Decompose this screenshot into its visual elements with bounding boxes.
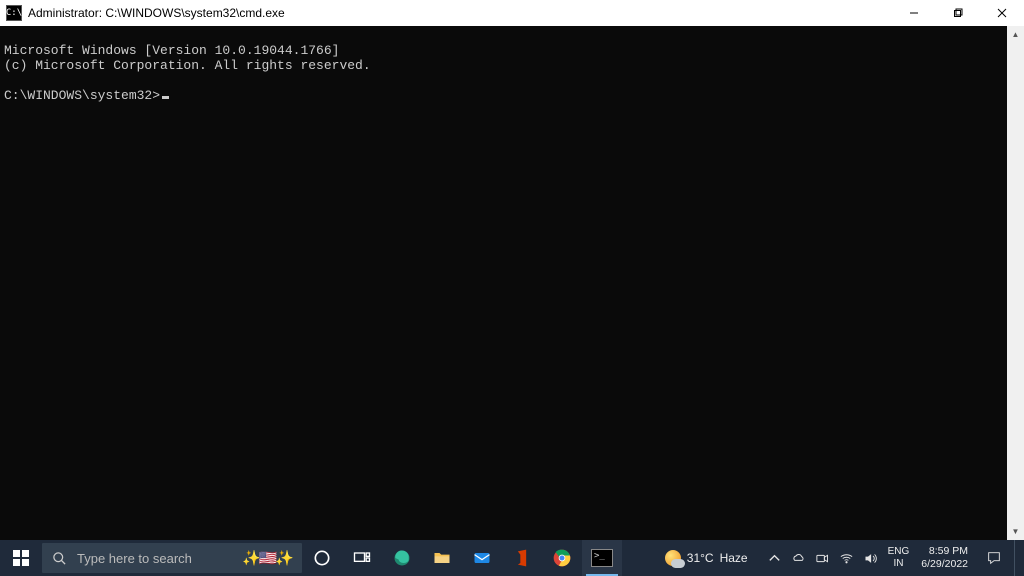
terminal-cursor xyxy=(162,96,169,99)
mail-icon xyxy=(472,548,492,568)
terminal-line: (c) Microsoft Corporation. All rights re… xyxy=(4,58,371,73)
weather-icon xyxy=(665,550,681,566)
taskbar-search[interactable]: Type here to search ✨🇺🇸✨ xyxy=(42,543,302,573)
clock-date: 6/29/2022 xyxy=(921,558,968,571)
file-explorer-button[interactable] xyxy=(422,540,462,576)
chrome-icon xyxy=(552,548,572,568)
search-news-icon: ✨🇺🇸✨ xyxy=(242,549,292,567)
weather-desc: Haze xyxy=(720,551,748,565)
office-button[interactable] xyxy=(502,540,542,576)
windows-logo-icon xyxy=(13,550,29,566)
office-icon xyxy=(512,548,532,568)
scroll-down-icon[interactable]: ▼ xyxy=(1007,523,1024,540)
folder-icon xyxy=(432,548,452,568)
window-title: Administrator: C:\WINDOWS\system32\cmd.e… xyxy=(28,6,285,20)
window-title-bar: C:\ Administrator: C:\WINDOWS\system32\c… xyxy=(0,0,1024,26)
search-placeholder: Type here to search xyxy=(77,551,192,566)
clock[interactable]: 8:59 PM 6/29/2022 xyxy=(915,545,974,571)
taskbar-pinned-apps: >_ xyxy=(302,540,622,576)
start-button[interactable] xyxy=(0,540,42,576)
onedrive-icon[interactable] xyxy=(788,540,810,576)
system-tray: 31°C Haze ENG IN 8:59 PM 6/29/2022 xyxy=(665,540,1024,576)
tray-overflow-button[interactable] xyxy=(764,540,786,576)
cmd-window-icon: C:\ xyxy=(6,5,22,21)
meet-now-icon[interactable] xyxy=(812,540,834,576)
task-view-icon xyxy=(352,548,372,568)
weather-temp: 31°C xyxy=(687,551,714,565)
window-controls xyxy=(892,0,1024,26)
search-icon xyxy=(52,551,67,566)
vertical-scrollbar[interactable]: ▲ ▼ xyxy=(1007,26,1024,540)
close-button[interactable] xyxy=(980,0,1024,26)
taskbar: Type here to search ✨🇺🇸✨ xyxy=(0,540,1024,576)
scroll-up-icon[interactable]: ▲ xyxy=(1007,26,1024,43)
minimize-button[interactable] xyxy=(892,0,936,26)
task-view-button[interactable] xyxy=(342,540,382,576)
network-wifi-icon[interactable] xyxy=(836,540,858,576)
cmd-taskbar-button[interactable]: >_ xyxy=(582,540,622,576)
terminal-output[interactable]: Microsoft Windows [Version 10.0.19044.17… xyxy=(0,26,1007,540)
action-center-button[interactable] xyxy=(976,540,1012,576)
volume-icon[interactable] xyxy=(860,540,882,576)
lang-bottom: IN xyxy=(888,558,910,570)
terminal-window: Microsoft Windows [Version 10.0.19044.17… xyxy=(0,26,1024,540)
lang-top: ENG xyxy=(888,546,910,558)
edge-icon xyxy=(392,548,412,568)
cortana-button[interactable] xyxy=(302,540,342,576)
cmd-icon: >_ xyxy=(591,549,613,567)
weather-widget[interactable]: 31°C Haze xyxy=(665,550,748,566)
show-desktop-button[interactable] xyxy=(1014,540,1020,576)
mail-button[interactable] xyxy=(462,540,502,576)
edge-button[interactable] xyxy=(382,540,422,576)
chrome-button[interactable] xyxy=(542,540,582,576)
maximize-button[interactable] xyxy=(936,0,980,26)
clock-time: 8:59 PM xyxy=(929,545,968,558)
terminal-line: Microsoft Windows [Version 10.0.19044.17… xyxy=(4,43,339,58)
language-indicator[interactable]: ENG IN xyxy=(884,546,914,570)
cortana-icon xyxy=(312,548,332,568)
terminal-prompt: C:\WINDOWS\system32> xyxy=(4,88,160,103)
